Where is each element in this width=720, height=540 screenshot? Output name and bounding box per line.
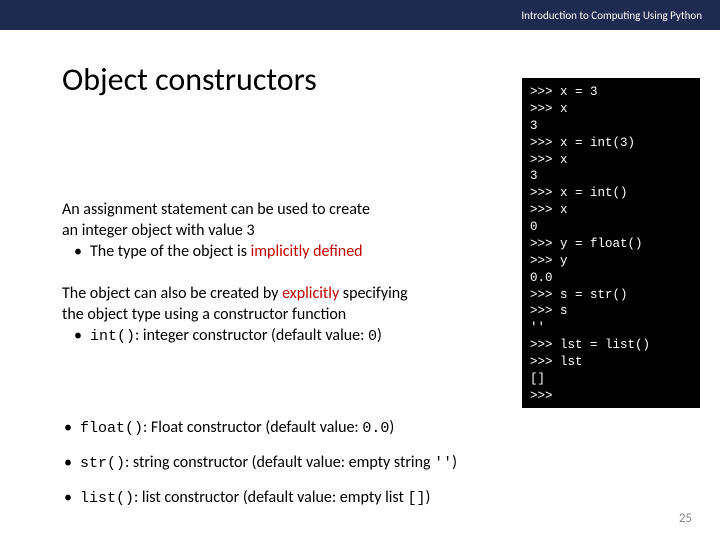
- para2-bullet-close: ): [377, 326, 382, 345]
- list-code: list(): [80, 490, 134, 507]
- para2-line1: The object can also be created by explic…: [62, 284, 517, 305]
- int-code: int(): [90, 328, 135, 345]
- float-bullet: float(): Float constructor (default valu…: [62, 418, 662, 439]
- course-label: Introduction to Computing Using Python: [521, 9, 702, 22]
- header-bar: Introduction to Computing Using Python: [0, 0, 720, 30]
- para1-bullet-red: implicitly defined: [251, 242, 363, 261]
- paragraph-2: The object can also be created by explic…: [62, 284, 517, 346]
- page-number: 25: [679, 511, 692, 526]
- list-text: : list constructor (default value: empty…: [134, 488, 407, 507]
- str-code: str(): [80, 455, 125, 472]
- str-text: : string constructor (default value: emp…: [125, 453, 434, 472]
- list-bullet: list(): list constructor (default value:…: [62, 488, 662, 509]
- para1-bullet: The type of the object is implicitly def…: [62, 242, 517, 263]
- para2-line2: the object type using a constructor func…: [62, 305, 517, 326]
- para1-line1: An assignment statement can be used to c…: [62, 200, 517, 221]
- para2-line1-pre: The object can also be created by: [62, 284, 282, 303]
- para1-line2: an integer object with value 3: [62, 221, 517, 242]
- para2-line1-red: explicitly: [282, 284, 339, 303]
- para2-line1-post: specifying: [339, 284, 408, 303]
- paragraph-1: An assignment statement can be used to c…: [62, 200, 517, 262]
- list-val: []: [407, 490, 425, 507]
- float-text: : Float constructor (default value:: [143, 418, 362, 437]
- float-val: 0.0: [362, 420, 389, 437]
- float-code: float(): [80, 420, 143, 437]
- para2-bullet: int(): integer constructor (default valu…: [62, 326, 517, 347]
- list-close: ): [425, 488, 430, 507]
- str-val: '': [434, 455, 452, 472]
- float-close: ): [389, 418, 394, 437]
- main-content: An assignment statement can be used to c…: [62, 200, 517, 369]
- para1-bullet-pre: The type of the object is: [90, 242, 251, 261]
- int-default-val: 0: [368, 328, 377, 345]
- str-close: ): [452, 453, 457, 472]
- lower-bullets: float(): Float constructor (default valu…: [62, 418, 662, 522]
- str-bullet: str(): string constructor (default value…: [62, 453, 662, 474]
- python-repl: >>> x = 3 >>> x 3 >>> x = int(3) >>> x 3…: [522, 78, 700, 408]
- para2-bullet-text: : integer constructor (default value:: [135, 326, 368, 345]
